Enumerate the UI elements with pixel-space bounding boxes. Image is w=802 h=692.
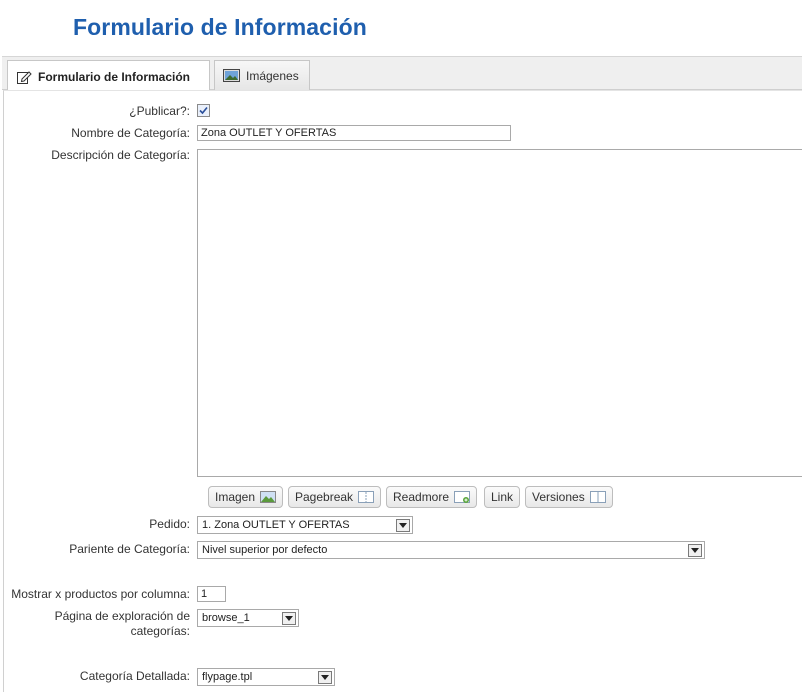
browse-page-select[interactable]: browse_1 <box>197 609 299 627</box>
category-description-textarea[interactable] <box>197 149 802 477</box>
link-button[interactable]: Link <box>484 486 521 508</box>
button-label: Imagen <box>215 490 256 504</box>
chevron-down-icon <box>396 519 410 532</box>
pagebreak-button[interactable]: Pagebreak <box>288 486 382 508</box>
button-label: Readmore <box>393 490 450 504</box>
chevron-down-icon <box>688 544 702 557</box>
category-name-label: Nombre de Categoría: <box>71 126 190 140</box>
products-per-row-label: Mostrar x productos por columna: <box>11 587 190 601</box>
parent-category-select[interactable]: Nivel superior por defecto <box>197 541 705 559</box>
tab-imagenes[interactable]: Imágenes <box>214 60 310 90</box>
tab-label: Imágenes <box>246 68 299 83</box>
products-per-row-input[interactable]: 1 <box>197 586 226 602</box>
browse-page-label-line2: categorías: <box>130 624 190 638</box>
chevron-down-icon <box>318 671 332 684</box>
publish-checkbox[interactable] <box>197 104 210 117</box>
check-icon <box>199 106 208 115</box>
page-title: Formulario de Información <box>73 14 367 40</box>
chevron-down-icon <box>282 612 296 625</box>
readmore-icon <box>454 491 471 503</box>
image-icon <box>223 69 240 82</box>
image-icon <box>260 491 277 503</box>
browse-page-value: browse_1 <box>202 612 250 624</box>
button-label: Pagebreak <box>295 490 354 504</box>
category-name-input[interactable]: Zona OUTLET Y OFERTAS <box>197 125 511 141</box>
readmore-button[interactable]: Readmore <box>386 486 478 508</box>
detail-page-select[interactable]: flypage.tpl <box>197 668 335 686</box>
button-label: Versiones <box>532 490 585 504</box>
parent-category-value: Nivel superior por defecto <box>202 544 328 556</box>
order-label: Pedido: <box>149 517 190 531</box>
detail-page-value: flypage.tpl <box>202 671 253 683</box>
browse-page-label: Página de exploración de categorías: <box>55 609 190 639</box>
insert-image-button[interactable]: Imagen <box>208 486 284 508</box>
order-select[interactable]: 1. Zona OUTLET Y OFERTAS <box>197 516 413 534</box>
edit-form-icon <box>16 69 32 85</box>
button-label: Link <box>491 490 514 504</box>
tab-label: Formulario de Información <box>38 69 191 84</box>
order-value: 1. Zona OUTLET Y OFERTAS <box>202 519 350 531</box>
tab-bar: Formulario de Información Imágenes <box>2 56 802 92</box>
browse-page-label-line1: Página de exploración de <box>54 609 190 623</box>
parent-category-label: Pariente de Categoría: <box>69 542 190 556</box>
detail-page-label: Categoría Detallada: <box>79 669 190 683</box>
versions-button[interactable]: Versiones <box>525 486 613 508</box>
category-description-label: Descripción de Categoría: <box>51 148 190 162</box>
tab-informacion[interactable]: Formulario de Información <box>7 60 210 92</box>
versions-icon <box>589 491 606 503</box>
publish-label: ¿Publicar?: <box>129 104 190 118</box>
pagebreak-icon <box>358 491 375 503</box>
